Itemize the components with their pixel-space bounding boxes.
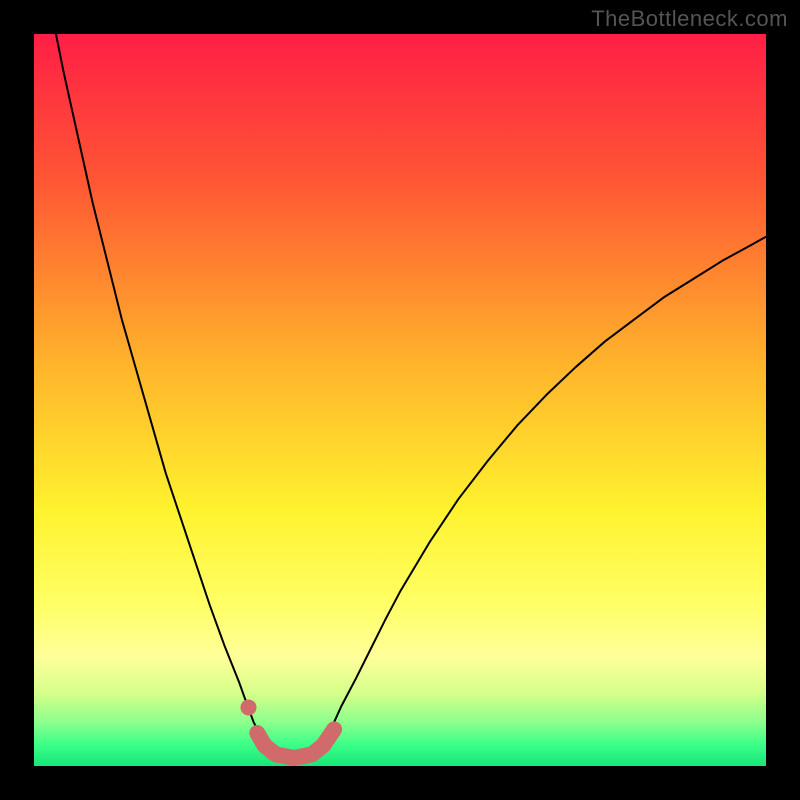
marker-dot: [240, 699, 256, 715]
chart-svg: [0, 0, 800, 800]
plot-background: [34, 34, 766, 766]
chart-container: { "watermark": "TheBottleneck.com", "cha…: [0, 0, 800, 800]
watermark: TheBottleneck.com: [591, 6, 788, 32]
